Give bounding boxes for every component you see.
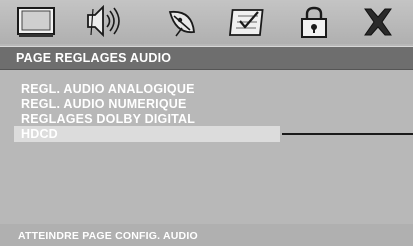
- checklist-icon[interactable]: [226, 4, 270, 40]
- tv-screen-icon[interactable]: [14, 4, 58, 40]
- speaker-icon[interactable]: [84, 4, 128, 40]
- icon-bar: [0, 0, 413, 44]
- menu-item-dolby-digital[interactable]: REGLAGES DOLBY DIGITAL: [14, 111, 280, 127]
- setup-menu: PAGE REGLAGES AUDIO REGL. AUDIO ANALOGIQ…: [0, 0, 413, 246]
- satellite-dish-icon[interactable]: [160, 4, 204, 40]
- menu-item-analog-audio[interactable]: REGL. AUDIO ANALOGIQUE: [14, 81, 280, 97]
- menu-item-hdcd[interactable]: HDCD: [14, 126, 280, 142]
- footer-hint: ATTEINDRE PAGE CONFIG. AUDIO: [18, 230, 198, 242]
- menu-item-digital-audio[interactable]: REGL. AUDIO NUMERIQUE: [14, 96, 280, 112]
- lock-icon[interactable]: [292, 4, 336, 40]
- submenu-connector-line: [282, 133, 413, 135]
- page-title: PAGE REGLAGES AUDIO: [16, 51, 172, 65]
- footer-bar: ATTEINDRE PAGE CONFIG. AUDIO: [0, 224, 413, 246]
- page-header: PAGE REGLAGES AUDIO: [0, 46, 413, 70]
- audio-menu: REGL. AUDIO ANALOGIQUE REGL. AUDIO NUMER…: [0, 69, 413, 219]
- close-icon[interactable]: [356, 4, 400, 40]
